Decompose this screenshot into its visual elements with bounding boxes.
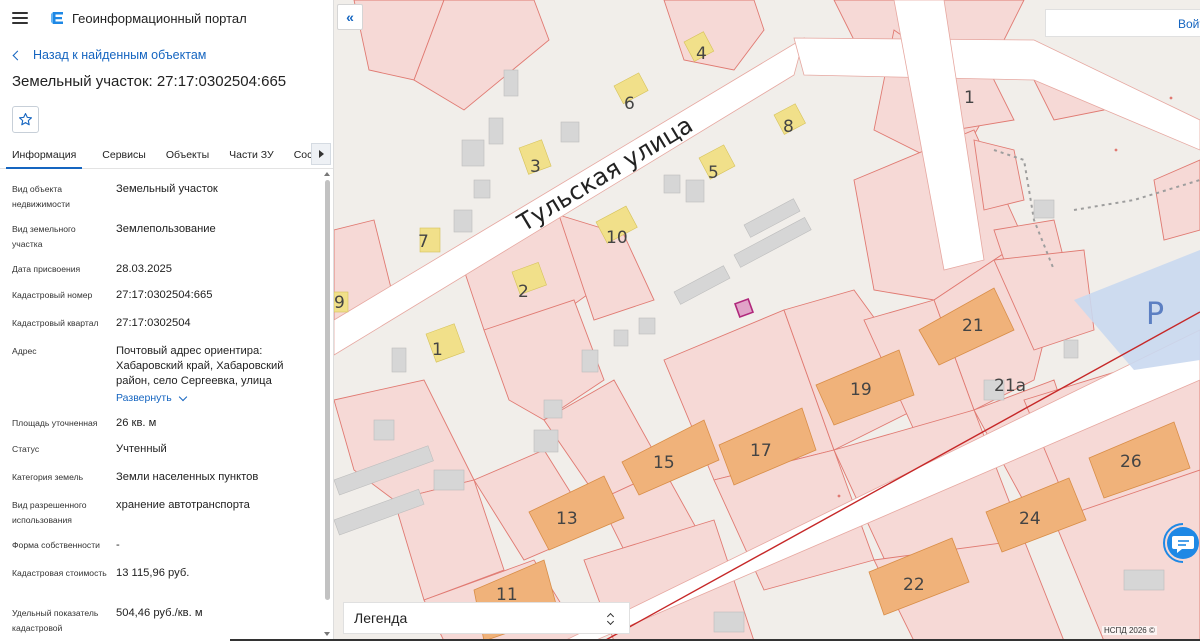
- property-value: 504,46 руб./кв. м: [116, 607, 203, 619]
- app-header: Геоинформационный портал: [0, 0, 333, 36]
- property-value: 28.03.2025: [116, 263, 172, 275]
- house-number: 7: [418, 232, 429, 252]
- properties-list: Вид объекта недвижимости Земельный участ…: [0, 174, 324, 641]
- house-number: 26: [1120, 452, 1142, 472]
- property-key: Статус: [12, 444, 40, 454]
- house-number: 6: [624, 94, 635, 114]
- property-value: Землепользование: [116, 223, 216, 235]
- house-number: 1: [964, 88, 975, 108]
- property-value: 26 кв. м: [116, 417, 157, 429]
- back-link-label: Назад к найденным объектам: [33, 48, 207, 62]
- map-canvas[interactable]: P Тульская улица 4 6 1 8 3 5 10 7 2 9 1 …: [334, 0, 1200, 641]
- house-number: 22: [903, 575, 925, 595]
- tab-services[interactable]: Сервисы: [102, 143, 146, 169]
- property-key: Площадь уточненная: [12, 418, 98, 428]
- tab-bar: Информация Сервисы Объекты Части ЗУ Сост…: [0, 143, 333, 169]
- sort-arrows-icon: [606, 611, 615, 627]
- star-icon: [19, 113, 32, 126]
- property-key: Категория земель: [12, 472, 84, 482]
- tab-parcel-parts[interactable]: Части ЗУ: [229, 143, 274, 169]
- parking-label: P: [1146, 297, 1164, 332]
- address-value: Почтовый адрес ориентира: Хабаровский кр…: [116, 345, 284, 387]
- house-number: 3: [530, 157, 541, 177]
- house-number: 9: [334, 293, 345, 313]
- house-number: 15: [653, 453, 675, 473]
- house-number: 2: [518, 282, 529, 302]
- property-key: Вид разрешенного использования: [12, 500, 87, 525]
- chevron-left-icon: [12, 50, 23, 60]
- property-key: Кадастровая стоимость: [12, 568, 107, 578]
- info-sidebar: Геоинформационный портал Назад к найденн…: [0, 0, 334, 641]
- house-number: 21: [962, 316, 984, 336]
- collapse-sidebar-button[interactable]: «: [337, 4, 363, 30]
- house-number: 24: [1019, 509, 1041, 529]
- portal-logo-icon: [51, 12, 63, 24]
- scroll-down-icon[interactable]: [324, 632, 330, 636]
- house-number: 4: [696, 44, 707, 64]
- house-number: 10: [606, 228, 628, 248]
- chevron-down-icon: [178, 392, 187, 402]
- legend-dropdown[interactable]: Легенда: [343, 602, 630, 634]
- cadastral-map[interactable]: P Тульская улица 4 6 1 8 3 5 10 7 2 9 1 …: [334, 0, 1200, 641]
- menu-icon[interactable]: [12, 12, 28, 24]
- property-value: Почтовый адрес ориентира: Хабаровский кр…: [116, 344, 316, 406]
- app-title: Геоинформационный портал: [72, 10, 247, 26]
- tab-objects[interactable]: Объекты: [166, 143, 209, 169]
- property-key: Адрес: [12, 346, 37, 356]
- favorite-button[interactable]: [12, 106, 39, 133]
- scroll-up-icon[interactable]: [324, 172, 330, 176]
- copyright-label: НСПД 2026 ©: [1102, 626, 1157, 635]
- expand-address-link[interactable]: Развернуть: [116, 391, 187, 406]
- property-key: Дата присвоения: [12, 264, 81, 274]
- property-value: -: [116, 539, 120, 551]
- expand-label: Развернуть: [116, 392, 172, 404]
- legend-label: Легенда: [354, 610, 408, 626]
- property-key: Удельный показатель кадастровой: [12, 608, 99, 633]
- house-number: 13: [556, 509, 578, 529]
- property-key: Форма собственности: [12, 540, 100, 550]
- house-number: 5: [708, 163, 719, 183]
- login-button[interactable]: Войти: [1045, 9, 1200, 37]
- property-key: Кадастровый номер: [12, 290, 93, 300]
- selected-parcel[interactable]: [734, 298, 754, 318]
- house-number: 1: [432, 340, 443, 360]
- object-title: Земельный участок: 27:17:0302504:665: [12, 73, 287, 90]
- property-key: Вид объекта недвижимости: [12, 184, 70, 209]
- scrollbar-thumb[interactable]: [325, 180, 330, 600]
- properties-scrollbar[interactable]: [324, 172, 331, 636]
- tabs-scroll-right-button[interactable]: [311, 143, 331, 165]
- property-key: Кадастровый квартал: [12, 318, 99, 328]
- property-value: Земли населенных пунктов: [116, 471, 259, 483]
- house-number: 19: [850, 380, 872, 400]
- property-value: 27:17:0302504:665: [116, 289, 213, 301]
- property-value: Учтенный: [116, 443, 167, 455]
- chat-button[interactable]: [1158, 518, 1200, 568]
- house-number: 8: [783, 117, 794, 137]
- back-to-results-link[interactable]: Назад к найденным объектам: [0, 44, 333, 66]
- property-value: хранение автотранспорта: [116, 499, 250, 511]
- property-value: 13 115,96 руб.: [116, 567, 190, 579]
- triangle-right-icon: [318, 150, 324, 158]
- property-key: Вид земельного участка: [12, 224, 76, 249]
- property-value: Земельный участок: [116, 183, 218, 195]
- tab-information[interactable]: Информация: [6, 143, 83, 169]
- house-number: 17: [750, 441, 772, 461]
- house-number: 21а: [994, 376, 1026, 396]
- property-value: 27:17:0302504: [116, 317, 191, 329]
